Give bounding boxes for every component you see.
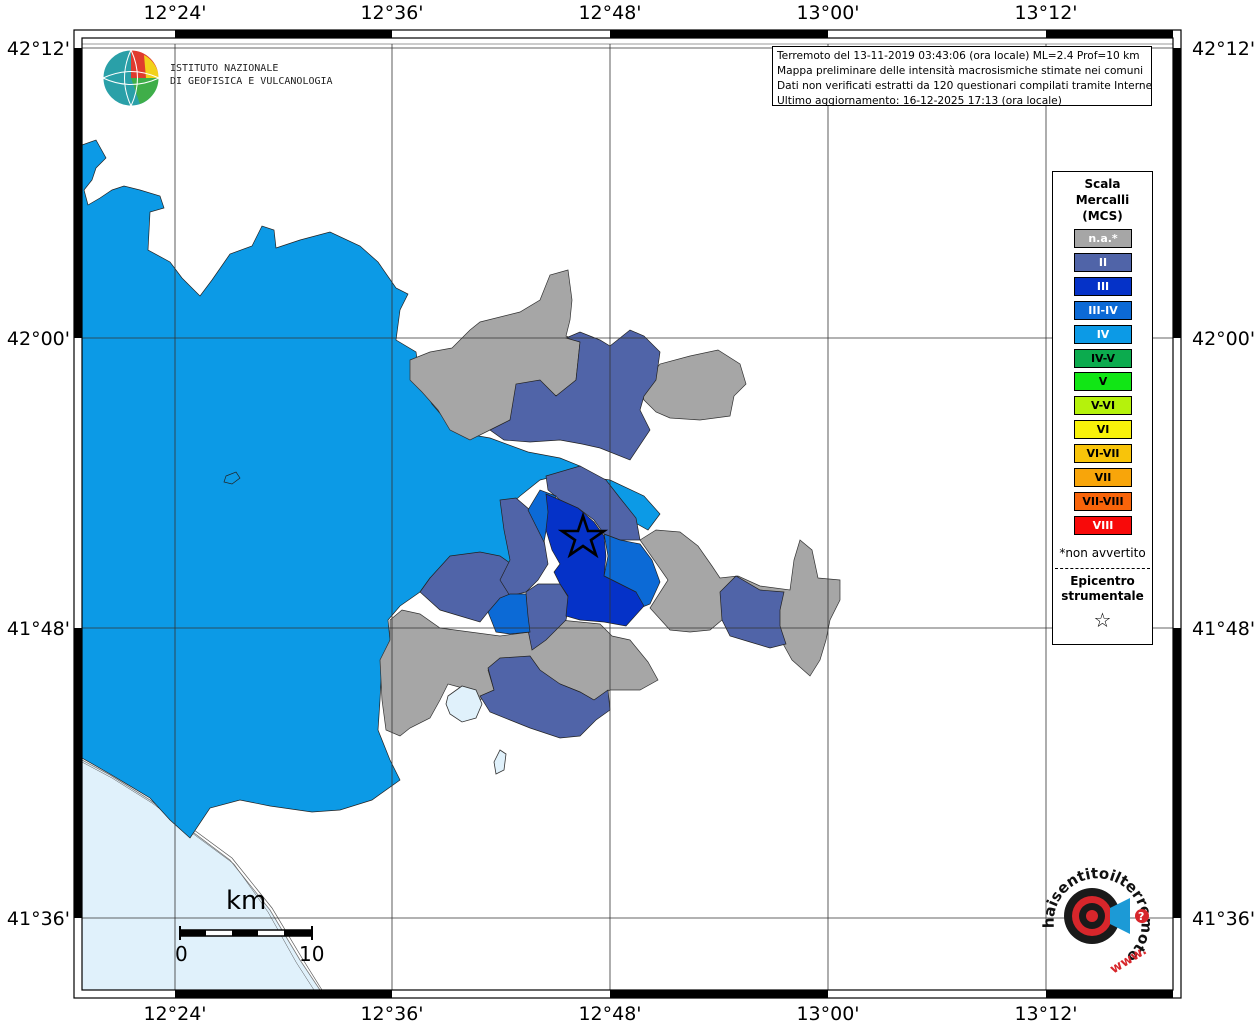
legend-item: V: [1074, 372, 1132, 392]
top-lon-label: 12°24': [143, 2, 206, 24]
top-lon-label: 13°12': [1014, 2, 1077, 24]
legend-epicenter-label: Epicentro strumentale: [1053, 574, 1152, 604]
legend-item: III: [1074, 276, 1132, 296]
scale-max-label: 10: [299, 942, 325, 966]
frame-ticks-top: [175, 30, 1173, 38]
legend-item: VII-VIII: [1074, 491, 1132, 511]
ingv-name-line2: DI GEOFISICA E VULCANOLOGIA: [170, 76, 333, 87]
event-info-line4: Ultimo aggiornamento: 16-12-2025 17:13 (…: [777, 95, 1062, 106]
scale-min-label: 0: [175, 942, 188, 966]
top-lon-label: 12°48': [578, 2, 641, 24]
right-lat-label: 42°00': [1192, 328, 1255, 350]
legend-separator: [1055, 568, 1150, 569]
top-lon-label: 12°36': [360, 2, 423, 24]
bottom-lon-label: 12°36': [360, 1003, 423, 1024]
legend-epicenter-line2: strumentale: [1061, 589, 1144, 603]
legend-star-icon: ☆: [1093, 608, 1112, 632]
left-lat-label: 41°36': [7, 908, 70, 930]
right-lat-label: 41°48': [1192, 618, 1255, 640]
left-lat-label: 42°00': [7, 328, 70, 350]
mcs-legend: Scala Mercalli (MCS) n.a.* II III III-IV IV I…: [1052, 171, 1153, 645]
legend-item: n.a.*: [1074, 229, 1132, 248]
legend-epicenter-line1: Epicentro: [1070, 574, 1135, 588]
ingv-globe-icon: [102, 49, 160, 107]
event-info-box: Terremoto del 13-11-2019 03:43:06 (ora l…: [772, 46, 1152, 106]
svg-text:?: ?: [1138, 910, 1144, 923]
hst-logo: haisentitoilterremoto.it ? www.: [1026, 844, 1170, 978]
left-lat-label: 41°48': [7, 618, 70, 640]
frame-ticks-bottom: [175, 990, 1173, 998]
ingv-name-line1: ISTITUTO NAZIONALE: [170, 63, 279, 74]
right-lat-label: 42°12': [1192, 38, 1255, 60]
frame-ticks-left: [74, 48, 82, 918]
legend-title-line1: Scala: [1084, 177, 1121, 191]
bottom-lon-label: 13°00': [796, 1003, 859, 1024]
legend-title: Scala Mercalli (MCS): [1053, 176, 1152, 224]
legend-item: VII: [1074, 468, 1132, 487]
scale-unit: km: [226, 886, 267, 916]
legend-item: V-VI: [1074, 396, 1132, 416]
right-lat-label: 41°36': [1192, 908, 1255, 930]
ingv-name: ISTITUTO NAZIONALE DI GEOFISICA E VULCAN…: [170, 62, 333, 88]
left-lat-label: 42°12': [7, 38, 70, 60]
legend-item: VIII: [1074, 515, 1132, 535]
top-lon-label: 13°00': [796, 2, 859, 24]
frame-ticks-right: [1173, 48, 1181, 918]
legend-title-line3: (MCS): [1082, 209, 1123, 223]
bottom-lon-label: 12°48': [578, 1003, 641, 1024]
legend-item: IV-V: [1074, 348, 1132, 368]
legend-title-line2: Mercalli: [1075, 193, 1130, 207]
event-info-line1: Terremoto del 13-11-2019 03:43:06 (ora l…: [777, 50, 1140, 62]
bottom-lon-label: 13°12': [1014, 1003, 1077, 1024]
event-info-line3: Dati non verificati estratti da 120 ques…: [777, 80, 1152, 92]
legend-item: II: [1074, 252, 1132, 272]
legend-item: IV: [1074, 324, 1132, 344]
bottom-lon-label: 12°24': [143, 1003, 206, 1024]
event-info-line2: Mappa preliminare delle intensità macros…: [777, 65, 1144, 77]
hst-target-icon: haisentitoilterremoto.it ? www.: [1026, 844, 1156, 977]
legend-item: VI: [1074, 420, 1132, 440]
legend-item: III-IV: [1074, 300, 1132, 320]
legend-item: VI-VII: [1074, 444, 1132, 464]
legend-note: *non avvertito: [1059, 546, 1146, 560]
